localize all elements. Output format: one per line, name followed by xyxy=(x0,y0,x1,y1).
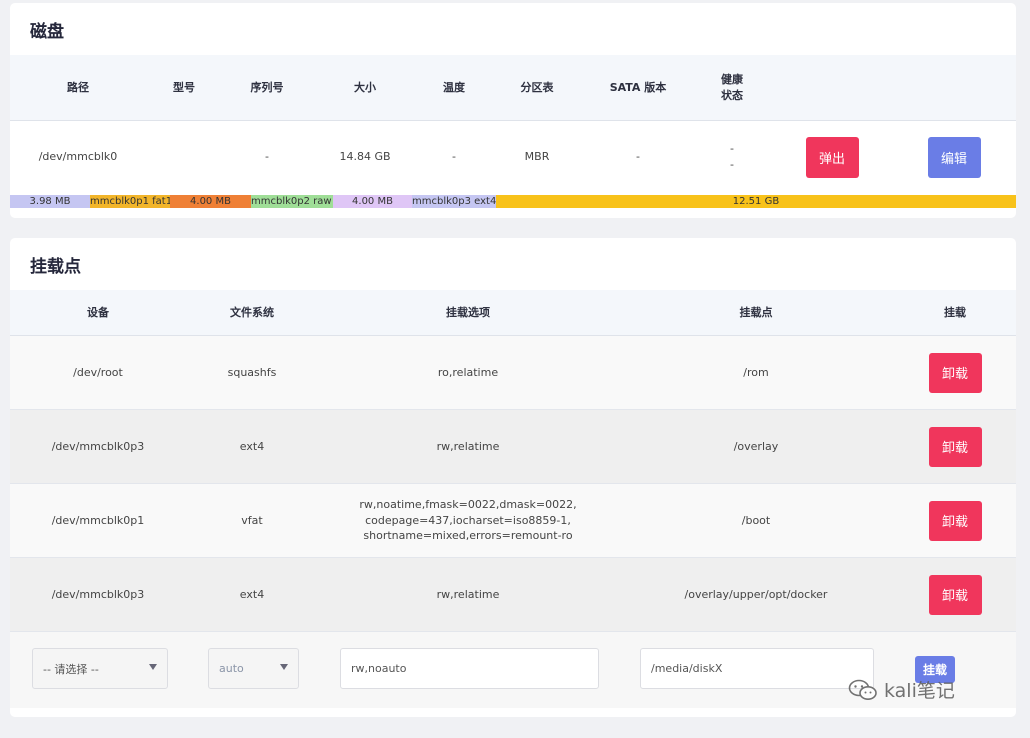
table-row: /dev/mmcblk0p3 ext4 rw,relatime /overlay… xyxy=(10,410,1016,484)
header-device: 设备 xyxy=(87,305,109,319)
mount-device: /dev/root xyxy=(73,365,123,379)
mount-device: /dev/mmcblk0p3 xyxy=(51,439,145,453)
header-model: 型号 xyxy=(173,80,195,94)
partition-segment-free-1[interactable]: 3.98 MB xyxy=(10,195,90,208)
partition-segment-p1[interactable]: mmcblk0p1 fat1 xyxy=(90,195,170,208)
unmount-cell: 卸载 xyxy=(894,426,1016,467)
mount-filesystem: squashfs xyxy=(227,365,277,379)
mount-options: rw,noatime,fmask=0022,dmask=0022, codepa… xyxy=(359,497,577,543)
watermark-text: kali笔记 xyxy=(884,680,955,702)
header-filesystem: 文件系统 xyxy=(230,305,274,319)
eject-button[interactable]: 弹出 xyxy=(805,136,859,178)
mount-point-placeholder: /media/diskX xyxy=(651,662,723,675)
chevron-down-icon xyxy=(149,664,157,670)
unmount-cell: 卸载 xyxy=(894,574,1016,615)
filesystem-select-value: auto xyxy=(219,662,244,675)
header-serial: 序列号 xyxy=(250,80,284,94)
mount-options-input[interactable]: rw,noauto xyxy=(340,648,599,689)
mount-points-title: 挂载点 xyxy=(30,256,81,277)
partition-segment-p3[interactable]: mmcblk0p3 ext4 xyxy=(412,195,496,208)
header-sata-version: SATA 版本 xyxy=(609,80,667,94)
unmount-cell: 卸载 xyxy=(894,352,1016,393)
disk-panel: 磁盘 路径 型号 序列号 大小 温度 分区表 SATA 版本 健康 状态 /de… xyxy=(10,3,1016,218)
mount-options-placeholder: rw,noauto xyxy=(351,662,407,675)
disk-partition-table: MBR xyxy=(524,150,550,164)
eject-cell: 弹出 xyxy=(772,136,892,178)
disk-title: 磁盘 xyxy=(30,21,64,42)
unmount-button[interactable]: 卸载 xyxy=(928,426,982,467)
mount-filesystem: vfat xyxy=(241,513,263,527)
header-mount-options: 挂载选项 xyxy=(446,305,490,319)
table-row: /dev/root squashfs ro,relatime /rom 卸载 xyxy=(10,336,1016,410)
disk-temperature: - xyxy=(452,150,456,164)
wechat-icon xyxy=(848,679,877,700)
header-partition-table: 分区表 xyxy=(520,80,554,94)
mount-points-panel: 挂载点 设备 文件系统 挂载选项 挂载点 挂载 /dev/root squash… xyxy=(10,238,1016,717)
mount-table-header: 设备 文件系统 挂载选项 挂载点 挂载 xyxy=(10,290,1016,336)
unmount-button[interactable]: 卸载 xyxy=(928,352,982,393)
disk-table-header: 路径 型号 序列号 大小 温度 分区表 SATA 版本 健康 状态 xyxy=(10,55,1016,121)
header-health-status: 健康 状态 xyxy=(692,72,772,104)
mount-point: /boot xyxy=(741,513,771,527)
mount-device: /dev/mmcblk0p1 xyxy=(51,513,145,527)
header-size: 大小 xyxy=(354,80,376,94)
device-select-value: -- 请选择 -- xyxy=(43,662,99,676)
disk-health-line2: - xyxy=(730,158,734,171)
table-row: /dev/mmcblk0p3 ext4 rw,relatime /overlay… xyxy=(10,558,1016,632)
disk-size: 14.84 GB xyxy=(339,150,391,164)
header-path: 路径 xyxy=(67,80,89,94)
mount-device: /dev/mmcblk0p3 xyxy=(51,587,145,601)
disk-health-line1: - xyxy=(730,142,734,156)
unmount-cell: 卸载 xyxy=(894,500,1016,541)
device-select[interactable]: -- 请选择 -- xyxy=(32,648,168,689)
unmount-button[interactable]: 卸载 xyxy=(928,574,982,615)
unmount-button[interactable]: 卸载 xyxy=(928,500,982,541)
mount-point: /overlay/upper/opt/docker xyxy=(684,587,828,601)
header-temperature: 温度 xyxy=(443,80,465,94)
partition-segment-free-4[interactable]: 12.51 GB xyxy=(496,195,1016,208)
edit-cell: 编辑 xyxy=(892,136,1016,178)
header-mount-point: 挂载点 xyxy=(739,305,773,319)
disk-serial: - xyxy=(265,150,269,164)
chevron-down-icon xyxy=(280,664,288,670)
disk-path: /dev/mmcblk0 xyxy=(38,150,118,164)
edit-button[interactable]: 编辑 xyxy=(927,136,981,178)
partition-segment-p2[interactable]: mmcblk0p2 raw xyxy=(251,195,333,208)
header-mount-action: 挂载 xyxy=(944,305,966,319)
disk-health-status: - - xyxy=(692,141,772,173)
mount-point: /overlay xyxy=(733,439,779,453)
mount-point-input[interactable]: /media/diskX xyxy=(640,648,874,689)
mount-options: rw,relatime xyxy=(436,439,500,453)
mount-point: /rom xyxy=(743,365,769,379)
header-health-line2: 状态 xyxy=(721,88,743,102)
mount-table-body: /dev/root squashfs ro,relatime /rom 卸载 /… xyxy=(10,336,1016,632)
partition-bar: 3.98 MB mmcblk0p1 fat1 4.00 MB mmcblk0p2… xyxy=(10,195,1016,208)
partition-segment-free-3[interactable]: 4.00 MB xyxy=(333,195,412,208)
header-health-line1: 健康 xyxy=(721,72,743,86)
filesystem-select[interactable]: auto xyxy=(208,648,299,689)
mount-options: ro,relatime xyxy=(437,365,499,379)
mount-filesystem: ext4 xyxy=(239,439,265,453)
partition-segment-free-2[interactable]: 4.00 MB xyxy=(170,195,251,208)
mount-filesystem: ext4 xyxy=(239,587,265,601)
mount-options: rw,relatime xyxy=(436,587,500,601)
watermark: kali笔记 xyxy=(848,676,955,703)
disk-sata-version: - xyxy=(636,150,640,164)
table-row: /dev/mmcblk0p1 vfat rw,noatime,fmask=002… xyxy=(10,484,1016,558)
disk-row: /dev/mmcblk0 - 14.84 GB - MBR - - - 弹出 编… xyxy=(10,121,1016,193)
